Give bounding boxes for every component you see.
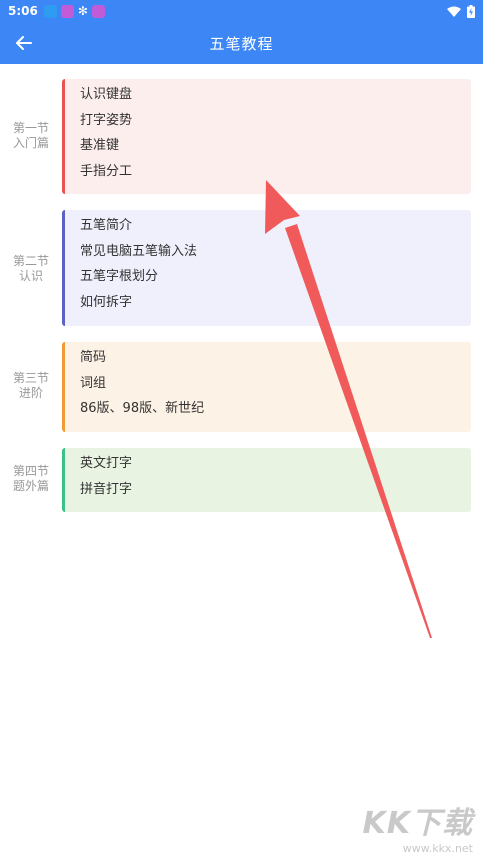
lesson-item[interactable]: 基准键	[80, 136, 471, 162]
section-name: 题外篇	[12, 479, 49, 493]
section-number: 第四节	[12, 464, 49, 478]
lesson-item[interactable]: 五笔字根划分	[80, 267, 471, 293]
section-name: 入门篇	[12, 136, 49, 150]
status-time: 5:06	[8, 4, 38, 18]
lesson-card: 认识键盘 打字姿势 基准键 手指分工	[62, 79, 471, 194]
section-number: 第二节	[12, 254, 49, 268]
section-label: 第三节 进阶	[0, 371, 62, 401]
lesson-card: 五笔简介 常见电脑五笔输入法 五笔字根划分 如何拆字	[62, 210, 471, 326]
lesson-item[interactable]: 英文打字	[80, 454, 471, 480]
lesson-item[interactable]: 常见电脑五笔输入法	[80, 242, 471, 268]
app-notification-icon	[60, 4, 74, 18]
lesson-item[interactable]: 拼音打字	[80, 480, 471, 506]
arrow-left-icon	[16, 36, 32, 50]
page-title: 五笔教程	[209, 34, 274, 53]
section-label: 第二节 认识	[0, 254, 62, 284]
app-notification-icon	[43, 4, 57, 18]
section-name: 认识	[18, 269, 43, 283]
lesson-item[interactable]: 86版、98版、新世纪	[80, 399, 471, 425]
wifi-icon	[447, 6, 461, 17]
section-label: 第一节 入门篇	[0, 121, 62, 151]
app-notification-icon	[91, 4, 105, 18]
lesson-card: 英文打字 拼音打字	[62, 448, 471, 512]
lesson-item[interactable]: 认识键盘	[80, 85, 471, 111]
lesson-item[interactable]: 词组	[80, 374, 471, 400]
lesson-item[interactable]: 如何拆字	[80, 293, 471, 319]
watermark-url: www.kkx.net	[402, 842, 473, 855]
app-bar: 五笔教程	[0, 22, 483, 64]
section-label: 第四节 题外篇	[0, 464, 62, 494]
section-name: 进阶	[18, 386, 43, 400]
section-number: 第三节	[12, 371, 49, 385]
lesson-card: 简码 词组 86版、98版、新世纪	[62, 342, 471, 432]
battery-icon	[467, 4, 475, 18]
watermark: KK下载 www.kkx.net	[363, 798, 474, 855]
settings-notification-icon: ✻	[77, 4, 88, 18]
lesson-item[interactable]: 手指分工	[80, 162, 471, 188]
lesson-item[interactable]: 打字姿势	[80, 111, 471, 137]
watermark-logo: KK下载	[362, 806, 473, 841]
back-button[interactable]	[12, 31, 36, 55]
lesson-item[interactable]: 五笔简介	[80, 216, 471, 242]
status-bar: 5:06 ✻	[0, 0, 483, 22]
section-number: 第一节	[12, 121, 49, 135]
lesson-item[interactable]: 简码	[80, 348, 471, 374]
